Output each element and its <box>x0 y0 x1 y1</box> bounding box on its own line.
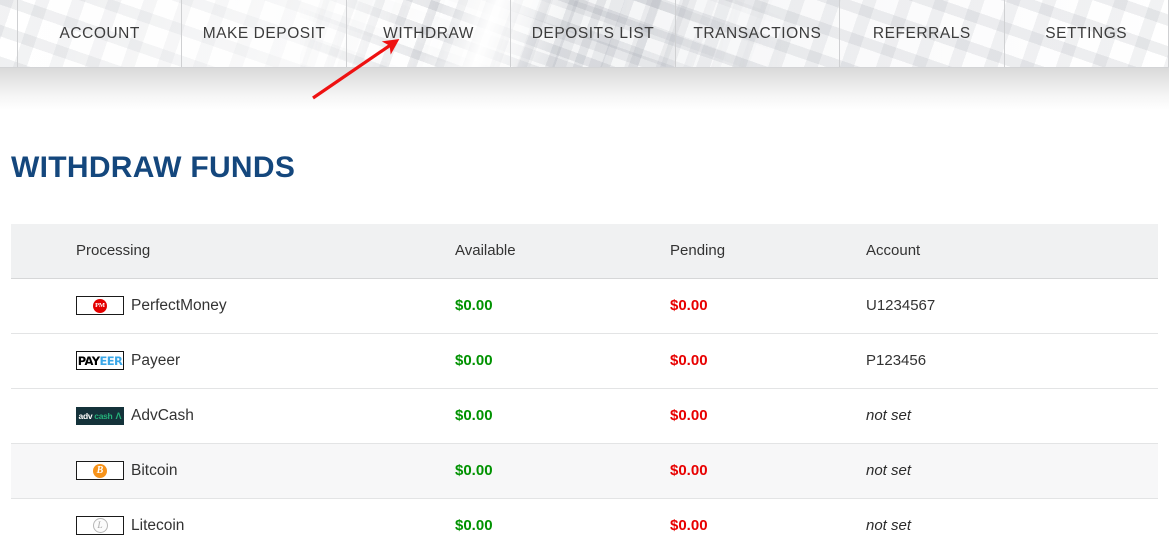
table-body: PM PerfectMoney $0.00 $0.00 U1234567 PAY… <box>11 278 1158 545</box>
withdraw-funds-table: Processing Available Pending Account PM … <box>11 224 1158 545</box>
tab-transactions-label: TRANSACTIONS <box>693 25 822 42</box>
cell-pending: $0.00 <box>666 443 841 499</box>
method-name-label: Litecoin <box>131 516 185 534</box>
payeer-mark-part1: PAY <box>77 353 100 368</box>
perfectmoney-logo-icon: PM <box>76 296 124 315</box>
withdraw-funds-table-container: Processing Available Pending Account PM … <box>11 224 1158 545</box>
pending-amount: $0.00 <box>670 297 708 314</box>
tab-make-deposit[interactable]: MAKE DEPOSIT <box>181 0 345 68</box>
advcash-logo-icon: adv cash Λ <box>76 406 124 425</box>
account-value: not set <box>866 407 912 424</box>
table-row[interactable]: PAY EER Payeer $0.00 $0.00 P123456 <box>11 333 1158 389</box>
cell-account: not set <box>841 443 1158 499</box>
payment-method: B Bitcoin <box>76 461 451 480</box>
tab-account[interactable]: ACCOUNT <box>17 0 181 68</box>
tab-deposits-list-label: DEPOSITS LIST <box>531 25 655 42</box>
tab-account-label: ACCOUNT <box>59 25 140 42</box>
method-name-label: Payeer <box>131 351 181 369</box>
nav-bottom-divider <box>0 67 1169 68</box>
payment-method: adv cash Λ AdvCash <box>76 406 451 425</box>
payeer-mark-part2: EER <box>99 353 123 368</box>
column-header-available: Available <box>451 224 666 279</box>
tab-transactions[interactable]: TRANSACTIONS <box>674 0 839 68</box>
advcash-mark-part1: adv <box>78 410 93 421</box>
pending-amount: $0.00 <box>670 352 708 369</box>
table-row[interactable]: PM PerfectMoney $0.00 $0.00 U1234567 <box>11 278 1158 334</box>
pending-amount: $0.00 <box>670 407 708 424</box>
available-amount: $0.00 <box>455 407 493 424</box>
available-amount: $0.00 <box>455 297 493 314</box>
payment-method: PAY EER Payeer <box>76 351 451 370</box>
tab-withdraw-label: WITHDRAW <box>383 25 474 42</box>
tab-referrals-label: REFERRALS <box>872 25 971 42</box>
page-title: WITHDRAW FUNDS <box>11 151 296 184</box>
table-header: Processing Available Pending Account <box>11 224 1158 279</box>
litecoin-logo-icon: L <box>76 516 124 535</box>
cell-pending: $0.00 <box>666 278 841 334</box>
cell-available: $0.00 <box>451 278 666 334</box>
account-value: not set <box>866 462 912 479</box>
perfectmoney-mark: PM <box>93 298 107 313</box>
available-amount: $0.00 <box>455 462 493 479</box>
header-gradient-strip <box>0 68 1169 110</box>
tab-settings[interactable]: SETTINGS <box>1003 0 1169 68</box>
bitcoin-logo-icon: B <box>76 461 124 480</box>
method-name-label: Bitcoin <box>131 461 178 479</box>
tab-withdraw[interactable]: WITHDRAW <box>345 0 510 68</box>
payment-method: L Litecoin <box>76 516 451 535</box>
cell-account: not set <box>841 388 1158 444</box>
payment-method: PM PerfectMoney <box>76 296 451 315</box>
tab-settings-label: SETTINGS <box>1045 25 1128 42</box>
column-header-processing: Processing <box>11 224 451 279</box>
cell-processing: PM PerfectMoney <box>11 278 451 334</box>
cell-available: $0.00 <box>451 388 666 444</box>
method-name-label: PerfectMoney <box>131 296 227 314</box>
table-row[interactable]: B Bitcoin $0.00 $0.00 not set <box>11 443 1158 499</box>
account-value: P123456 <box>866 352 927 369</box>
method-name-label: AdvCash <box>131 406 194 424</box>
cell-account: P123456 <box>841 333 1158 389</box>
cell-account: U1234567 <box>841 278 1158 334</box>
bitcoin-mark: B <box>93 463 107 478</box>
cell-processing: B Bitcoin <box>11 443 451 499</box>
available-amount: $0.00 <box>455 352 493 369</box>
cell-available: $0.00 <box>451 443 666 499</box>
table-row[interactable]: L Litecoin $0.00 $0.00 not set <box>11 498 1158 545</box>
cell-available: $0.00 <box>451 333 666 389</box>
tab-referrals[interactable]: REFERRALS <box>839 0 1003 68</box>
available-amount: $0.00 <box>455 517 493 534</box>
table-header-row: Processing Available Pending Account <box>11 224 1158 279</box>
column-header-pending: Pending <box>666 224 841 279</box>
advcash-caret-icon: Λ <box>115 410 122 421</box>
table-row[interactable]: adv cash Λ AdvCash $0.00 $0.00 not set <box>11 388 1158 444</box>
cell-available: $0.00 <box>451 498 666 545</box>
account-value: not set <box>866 517 912 534</box>
cell-processing: L Litecoin <box>11 498 451 545</box>
account-value: U1234567 <box>866 297 936 314</box>
tab-make-deposit-label: MAKE DEPOSIT <box>202 25 326 42</box>
pending-amount: $0.00 <box>670 462 708 479</box>
cell-pending: $0.00 <box>666 388 841 444</box>
top-navigation-bar: ACCOUNT MAKE DEPOSIT WITHDRAW DEPOSITS L… <box>0 0 1169 68</box>
cell-pending: $0.00 <box>666 333 841 389</box>
advcash-mark-part2: cash <box>94 410 113 421</box>
cell-account: not set <box>841 498 1158 545</box>
cell-processing: adv cash Λ AdvCash <box>11 388 451 444</box>
cell-processing: PAY EER Payeer <box>11 333 451 389</box>
cell-pending: $0.00 <box>666 498 841 545</box>
column-header-account: Account <box>841 224 1158 279</box>
payeer-logo-icon: PAY EER <box>76 351 124 370</box>
pending-amount: $0.00 <box>670 517 708 534</box>
litecoin-mark: L <box>92 518 108 533</box>
nav-tab-list: ACCOUNT MAKE DEPOSIT WITHDRAW DEPOSITS L… <box>0 0 1169 68</box>
tab-deposits-list[interactable]: DEPOSITS LIST <box>510 0 674 68</box>
